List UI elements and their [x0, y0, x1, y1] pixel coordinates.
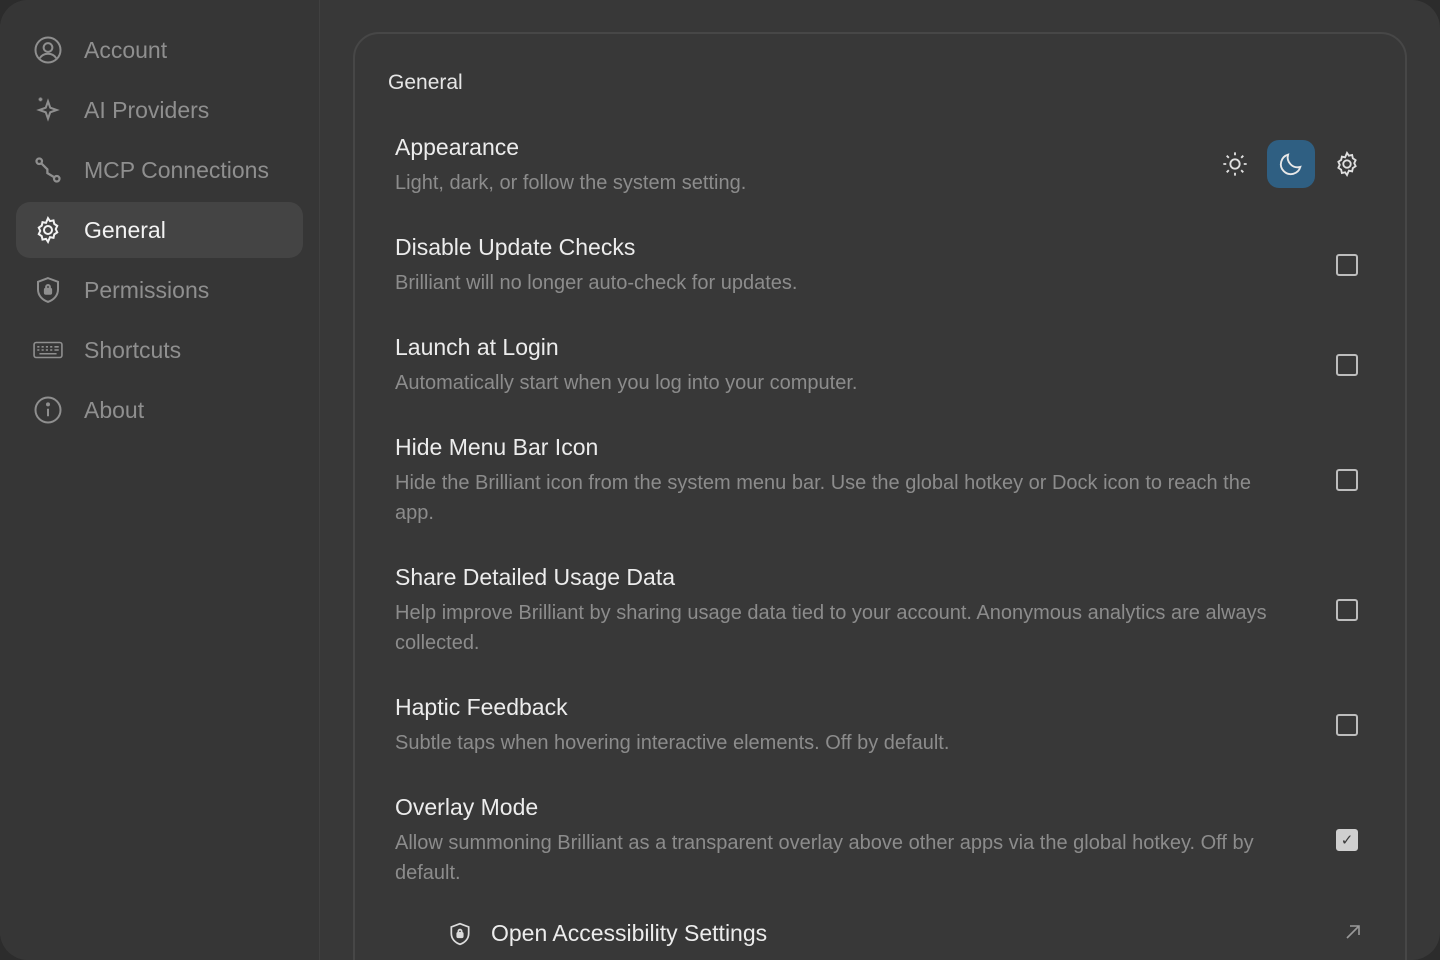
sidebar: Account AI Providers MCP Connections Gen… [0, 0, 320, 960]
setting-title: Disable Update Checks [395, 234, 636, 260]
setting-description: Light, dark, or follow the system settin… [395, 172, 747, 194]
sidebar-item-shortcuts[interactable]: Shortcuts [16, 322, 303, 378]
light-mode-button[interactable] [1211, 140, 1259, 188]
setting-title: Share Detailed Usage Data [395, 564, 675, 590]
sidebar-item-label: Shortcuts [84, 336, 182, 363]
hide-menu-bar-icon-checkbox[interactable] [1336, 469, 1358, 491]
keyboard-icon [32, 334, 64, 366]
dark-mode-button[interactable] [1267, 140, 1315, 188]
setting-description: Help improve Brilliant by sharing usage … [395, 602, 1267, 654]
sidebar-item-about[interactable]: About [16, 382, 303, 438]
sidebar-item-label: Permissions [84, 276, 210, 303]
setting-title: Hide Menu Bar Icon [395, 434, 599, 460]
external-link-icon[interactable] [1341, 920, 1365, 944]
connection-icon [32, 154, 64, 186]
sidebar-item-label: AI Providers [84, 96, 210, 123]
gear-icon [1337, 150, 1357, 178]
haptic-feedback-row: Haptic Feedback Subtle taps when hoverin… [395, 692, 1375, 758]
account-icon [32, 34, 64, 66]
share-usage-data-checkbox[interactable] [1336, 599, 1358, 621]
setting-description: Subtle taps when hovering interactive el… [395, 732, 950, 754]
overlay-mode-row: Overlay Mode Allow summoning Brilliant a… [395, 792, 1375, 888]
setting-title: Launch at Login [395, 334, 559, 360]
sidebar-item-ai-providers[interactable]: AI Providers [16, 82, 303, 138]
setting-description: Hide the Brilliant icon from the system … [395, 472, 1251, 524]
launch-at-login-checkbox[interactable] [1336, 354, 1358, 376]
haptic-feedback-checkbox[interactable] [1336, 714, 1358, 736]
sidebar-item-label: About [84, 396, 145, 423]
launch-at-login-row: Launch at Login Automatically start when… [395, 332, 1375, 398]
moon-icon [1279, 153, 1302, 176]
setting-description: Allow summoning Brilliant as a transpare… [395, 832, 1254, 884]
hide-menu-bar-icon-row: Hide Menu Bar Icon Hide the Brilliant ic… [395, 432, 1375, 528]
overlay-mode-checkbox[interactable]: ✓ [1336, 829, 1358, 851]
setting-title: Haptic Feedback [395, 694, 568, 720]
sparkle-icon [32, 94, 64, 126]
section-title: General [388, 71, 463, 94]
shield-icon [32, 274, 64, 306]
checkmark-icon: ✓ [1340, 832, 1354, 849]
setting-description: Brilliant will no longer auto-check for … [395, 272, 798, 294]
sidebar-item-label: Account [84, 36, 168, 63]
setting-description: Automatically start when you log into yo… [395, 372, 858, 394]
settings-window: Account AI Providers MCP Connections Gen… [0, 0, 1440, 960]
sidebar-item-general[interactable]: General [16, 202, 303, 258]
setting-title: Overlay Mode [395, 794, 539, 820]
info-icon [32, 394, 64, 426]
sun-icon [1223, 152, 1247, 176]
disable-update-checks-row: Disable Update Checks Brilliant will no … [395, 232, 1375, 298]
sidebar-item-label: MCP Connections [84, 156, 269, 183]
sidebar-item-label: General [84, 216, 166, 243]
system-mode-button[interactable] [1323, 140, 1371, 188]
shield-icon [450, 922, 470, 945]
open-accessibility-settings-link[interactable]: Open Accessibility Settings [447, 920, 767, 947]
share-usage-data-row: Share Detailed Usage Data Help improve B… [395, 562, 1375, 658]
general-settings-panel: General Appearance Light, dark, or follo… [353, 32, 1407, 960]
sidebar-item-permissions[interactable]: Permissions [16, 262, 303, 318]
disable-update-checks-checkbox[interactable] [1336, 254, 1358, 276]
appearance-toggle-group [1203, 140, 1371, 188]
sidebar-item-mcp-connections[interactable]: MCP Connections [16, 142, 303, 198]
sidebar-item-account[interactable]: Account [16, 22, 303, 78]
gear-icon [32, 214, 64, 246]
link-label: Open Accessibility Settings [491, 920, 768, 946]
